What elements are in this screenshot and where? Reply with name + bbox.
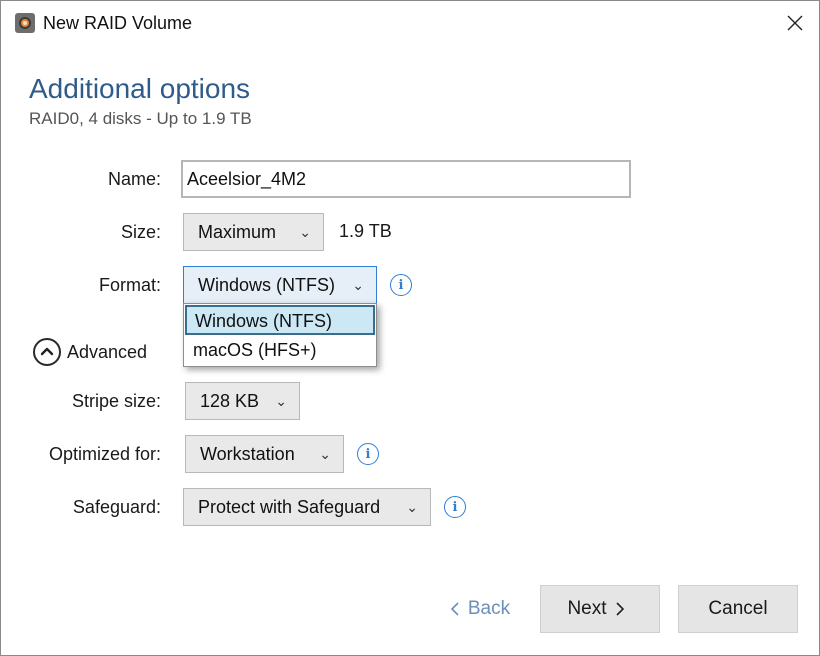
chevron-down-icon: ⌄	[406, 499, 418, 515]
size-readout: 1.9 TB	[339, 221, 392, 241]
format-option-hfs[interactable]: macOS (HFS+)	[185, 336, 375, 366]
size-label: Size:	[120, 222, 161, 242]
window-title: New RAID Volume	[43, 13, 193, 33]
format-option-ntfs[interactable]: Windows (NTFS)	[185, 305, 375, 335]
stripe-size-select[interactable]: 128 KB ⌄	[185, 382, 300, 420]
chevron-down-icon: ⌄	[352, 277, 364, 293]
name-label: Name:	[107, 169, 161, 189]
page-title: Additional options	[29, 73, 251, 104]
close-icon	[787, 15, 803, 31]
chevron-up-icon	[40, 347, 54, 356]
chevron-left-icon	[450, 602, 459, 616]
close-button[interactable]	[771, 1, 819, 45]
safeguard-info-icon[interactable]: i	[444, 496, 466, 518]
next-button-label: Next	[567, 598, 607, 619]
title-bar: New RAID Volume	[1, 1, 819, 45]
chevron-down-icon: ⌄	[319, 446, 331, 462]
advanced-toggle-button[interactable]	[33, 338, 61, 366]
chevron-right-icon	[615, 602, 624, 616]
stripe-size-value: 128 KB	[200, 391, 260, 411]
cancel-button-label: Cancel	[708, 598, 768, 619]
safeguard-label: Safeguard:	[72, 497, 161, 517]
stripe-size-label: Stripe size:	[71, 391, 161, 411]
safeguard-value: Protect with Safeguard	[198, 497, 381, 517]
format-info-icon[interactable]: i	[390, 274, 412, 296]
format-label: Format:	[98, 275, 161, 295]
raid-disk-icon	[15, 13, 35, 33]
chevron-down-icon: ⌄	[275, 393, 287, 409]
optimized-for-value: Workstation	[200, 444, 295, 464]
advanced-label[interactable]: Advanced	[67, 342, 147, 363]
safeguard-select[interactable]: Protect with Safeguard ⌄	[183, 488, 431, 526]
size-select[interactable]: Maximum ⌄	[183, 213, 324, 251]
size-select-value: Maximum	[198, 222, 277, 242]
next-button[interactable]: Next	[540, 585, 660, 633]
optimized-info-icon[interactable]: i	[357, 443, 379, 465]
name-input[interactable]: Aceelsior_4M2	[181, 160, 631, 198]
new-raid-volume-dialog: New RAID Volume Additional options RAID0…	[0, 0, 820, 656]
format-dropdown-list: Windows (NTFS) macOS (HFS+)	[183, 303, 377, 367]
back-button-label: Back	[467, 598, 511, 619]
optimized-for-label: Optimized for:	[48, 444, 161, 464]
optimized-for-select[interactable]: Workstation ⌄	[185, 435, 344, 473]
back-button[interactable]: Back	[431, 585, 521, 633]
cancel-button[interactable]: Cancel	[678, 585, 798, 633]
format-select[interactable]: Windows (NTFS) ⌄	[183, 266, 377, 304]
format-select-value: Windows (NTFS)	[198, 275, 336, 295]
chevron-down-icon: ⌄	[299, 224, 311, 240]
page-subtitle: RAID0, 4 disks - Up to 1.9 TB	[29, 109, 252, 128]
